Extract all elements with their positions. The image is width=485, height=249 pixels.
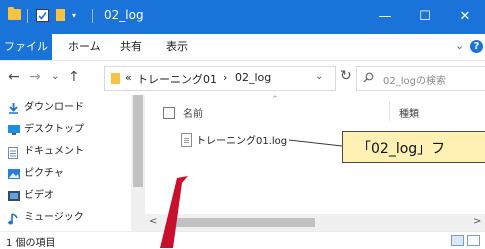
up-button[interactable]: ↑ bbox=[68, 69, 80, 85]
item-count: 1 個の項目 bbox=[6, 238, 56, 249]
videos-icon bbox=[8, 191, 20, 201]
download-icon bbox=[9, 103, 18, 114]
horizontal-scrollbar[interactable]: < > bbox=[145, 214, 485, 231]
tab-share[interactable]: 共有 bbox=[120, 34, 142, 60]
folder-icon bbox=[111, 73, 120, 84]
help-icon[interactable]: ? bbox=[470, 40, 483, 53]
sidebar-scrollbar[interactable] bbox=[131, 95, 145, 235]
column-divider[interactable] bbox=[389, 101, 390, 121]
recent-locations-button[interactable]: ⌄ bbox=[51, 69, 59, 85]
minimize-button[interactable]: — bbox=[365, 0, 405, 34]
title-bar: ▾ 02_log — ☐ ✕ bbox=[0, 0, 485, 34]
new-folder-icon[interactable] bbox=[56, 9, 65, 21]
details-view-icon[interactable] bbox=[451, 235, 464, 246]
column-header-name[interactable]: 名前 bbox=[183, 105, 203, 120]
window-title: 02_log bbox=[104, 8, 144, 22]
tab-home[interactable]: ホーム bbox=[68, 34, 101, 60]
search-input[interactable]: 02_logの検索 bbox=[356, 66, 485, 91]
file-name[interactable]: トレーニング01.log bbox=[196, 132, 287, 147]
horizontal-scroll-thumb[interactable] bbox=[167, 218, 315, 227]
sidebar-item-label: デスクトップ bbox=[24, 124, 84, 135]
tab-view[interactable]: 表示 bbox=[166, 34, 188, 60]
breadcrumb-overflow[interactable]: « bbox=[125, 71, 132, 84]
sort-chevron-icon: ⌃ bbox=[271, 95, 279, 105]
select-all-checkbox[interactable] bbox=[163, 107, 175, 119]
sidebar-item-label: ミュージック bbox=[24, 212, 84, 223]
large-icons-view-icon[interactable] bbox=[467, 235, 480, 246]
forward-button[interactable]: → bbox=[29, 69, 41, 85]
text-file-icon bbox=[181, 133, 192, 147]
pictures-icon bbox=[8, 169, 20, 179]
address-bar[interactable]: « トレーニング01 › 02_log ⌄ bbox=[104, 66, 336, 91]
ribbon-tabs: ファイル ホーム 共有 表示 ⌄ ? bbox=[0, 34, 485, 61]
breadcrumb-item[interactable]: トレーニング01 bbox=[137, 71, 217, 87]
scroll-right-button[interactable]: > bbox=[473, 216, 481, 227]
sidebar-scroll-thumb[interactable] bbox=[133, 95, 143, 187]
properties-check-icon[interactable] bbox=[36, 9, 49, 22]
scroll-left-button[interactable]: < bbox=[149, 216, 157, 227]
search-placeholder: 02_logの検索 bbox=[383, 76, 446, 87]
tab-file[interactable]: ファイル bbox=[0, 34, 52, 60]
maximize-button[interactable]: ☐ bbox=[405, 0, 445, 34]
sidebar-item-label: ビデオ bbox=[24, 190, 54, 201]
refresh-button[interactable]: ↻ bbox=[340, 68, 352, 84]
column-header-type[interactable]: 種類 bbox=[399, 105, 419, 120]
title-separator bbox=[27, 9, 28, 23]
expand-ribbon-icon[interactable]: ⌄ bbox=[455, 39, 464, 52]
close-button[interactable]: ✕ bbox=[445, 0, 485, 34]
folder-icon bbox=[8, 7, 21, 20]
breadcrumb-item[interactable]: 02_log bbox=[235, 71, 271, 84]
address-dropdown-icon[interactable]: ⌄ bbox=[315, 71, 323, 82]
sidebar-item-label: ドキュメント bbox=[24, 146, 84, 157]
navigation-bar: ← → ⌄ ↑ « トレーニング01 › 02_log ⌄ ↻ 02_logの検… bbox=[0, 61, 485, 96]
search-icon bbox=[363, 72, 374, 83]
back-button[interactable]: ← bbox=[8, 69, 20, 85]
desktop-icon bbox=[8, 125, 20, 135]
status-bar: 1 個の項目 bbox=[0, 231, 485, 249]
breadcrumb-separator[interactable]: › bbox=[223, 71, 227, 84]
navigation-pane: ダウンロード デスクトップ ドキュメント ピクチャ ビデオ ミュージック bbox=[0, 95, 145, 235]
callout-text: 「02_log」フ bbox=[357, 141, 446, 157]
sidebar-item-label: ピクチャ bbox=[24, 168, 64, 179]
callout-box: 「02_log」フ bbox=[342, 131, 485, 163]
quick-access-dropdown-icon[interactable]: ▾ bbox=[72, 11, 76, 20]
music-icon bbox=[8, 213, 18, 225]
sidebar-item-label: ダウンロード bbox=[24, 102, 84, 113]
documents-icon bbox=[8, 147, 18, 159]
title-separator bbox=[92, 9, 93, 23]
